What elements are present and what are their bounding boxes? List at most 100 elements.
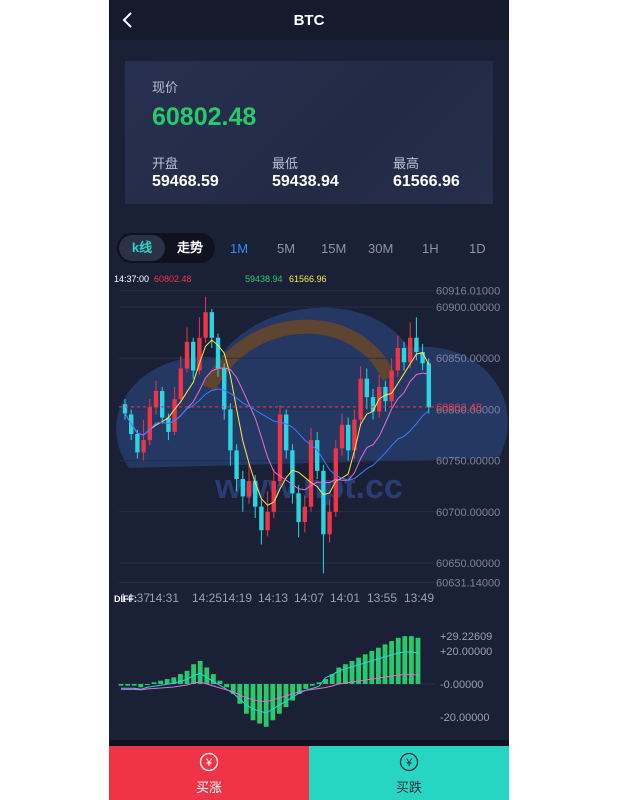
candle-body [327, 511, 332, 535]
time-axis-label: 14:19 [222, 591, 252, 605]
info-value: 61566.96 [289, 274, 327, 284]
macd-bar [224, 684, 229, 688]
svg-text:¥: ¥ [405, 757, 413, 769]
candle-body [426, 363, 431, 408]
macd-bar [303, 684, 309, 689]
macd-bar [178, 674, 183, 684]
macd-bar [191, 664, 196, 684]
time-axis-label: 13:49 [404, 591, 434, 605]
yen-circle-icon: ¥ [199, 752, 219, 772]
macd-bar [204, 667, 210, 684]
price-axis-label: 60650.00000 [436, 558, 500, 570]
macd-bar [389, 641, 394, 684]
open-value: 59468.59 [152, 173, 219, 190]
period-1m[interactable]: 1M [230, 241, 248, 256]
candle-body [271, 481, 276, 512]
price-card: 现价 60802.48 开盘 59468.59 最低 59438.94 最高 6… [125, 61, 493, 204]
candle-body [147, 407, 152, 441]
candle-body [364, 378, 369, 398]
candle-body [228, 409, 233, 451]
kline-chart-svg: www.npt.cc 14:37:00 60802.4859438.946156… [114, 274, 508, 727]
candle-body [395, 347, 400, 371]
header-bar: BTC [109, 0, 509, 40]
macd-bar [356, 657, 361, 684]
dea-line [121, 674, 419, 703]
price-axis-label: 60631.14000 [436, 577, 500, 589]
macd-bar [343, 664, 348, 684]
candle-body [383, 386, 388, 402]
open-label: 开盘 [152, 156, 179, 171]
period-5m[interactable]: 5M [277, 241, 295, 256]
macd-bar [217, 680, 223, 684]
period-1h[interactable]: 1H [422, 241, 439, 256]
low-value: 59438.94 [272, 173, 339, 190]
macd-bar [263, 684, 269, 727]
macd-bar [415, 637, 421, 684]
buy-down-label: 买跌 [395, 780, 422, 795]
buy-up-button[interactable]: ¥ 买涨 [109, 746, 309, 800]
price-axis-label: 60900.00000 [436, 302, 500, 314]
buy-down-button[interactable]: ¥ 买跌 [309, 746, 509, 800]
candle-body [166, 417, 171, 432]
period-15m[interactable]: 15M [321, 241, 346, 256]
price-axis-label: 60700.00000 [436, 507, 500, 519]
macd-bar [164, 679, 170, 684]
app-screen: BTC 现价 60802.48 开盘 59468.59 最低 59438.94 … [109, 0, 509, 800]
low-label: 最低 [272, 156, 299, 171]
tab-trend[interactable]: 走势 [167, 235, 213, 261]
candle-body [160, 390, 165, 418]
tab-kline[interactable]: k线 [119, 235, 165, 261]
page-title: BTC [293, 11, 325, 29]
time-axis-label: 14:07 [294, 591, 324, 605]
info-value: 60802.48 [154, 274, 192, 284]
price-axis-label: 60750.00000 [436, 456, 500, 468]
yen-circle-icon: ¥ [399, 752, 419, 772]
candle-body [253, 481, 258, 507]
price-axis-label: 60850.00000 [436, 353, 500, 365]
macd-bar [310, 684, 315, 686]
current-price-value: 60802.48 [152, 103, 257, 131]
macd-bar [395, 637, 401, 684]
candle-body [240, 479, 245, 497]
candle-body [135, 433, 140, 453]
macd-label: DIFF: [114, 594, 137, 604]
macd-bar [409, 636, 414, 684]
candle-body [389, 370, 394, 402]
candle-body [414, 337, 419, 353]
macd-bar [184, 670, 190, 684]
macd-axis-label: -0.00000 [440, 679, 483, 691]
candle-body [259, 506, 264, 531]
candle-body [178, 368, 183, 400]
buy-up-label: 买涨 [195, 780, 222, 795]
info-value: 59438.94 [245, 274, 283, 284]
price-axis-label: 60916.01000 [436, 286, 500, 298]
period-1d[interactable]: 1D [469, 241, 486, 256]
kline-chart[interactable]: www.npt.cc 14:37:00 60802.4859438.946156… [109, 268, 509, 740]
candle-body [321, 470, 326, 535]
candle-body [215, 337, 221, 369]
info-time: 14:37:00 [114, 274, 149, 284]
candle-body [141, 440, 146, 453]
macd-bar [145, 684, 150, 685]
period-30m[interactable]: 30M [368, 241, 393, 256]
macd-bar [250, 684, 256, 721]
macd-bar [131, 684, 137, 686]
candle-body [172, 399, 177, 432]
macd-bar [138, 684, 144, 688]
high-value: 61566.96 [393, 173, 460, 190]
candle-body [209, 312, 214, 338]
candle-body [246, 481, 252, 497]
chevron-left-icon[interactable] [119, 11, 137, 29]
time-axis-label: 13:55 [367, 591, 397, 605]
candle-body [222, 368, 227, 410]
time-axis-label: 14:25 [192, 591, 222, 605]
macd-axis-label: -20.00000 [440, 712, 490, 724]
candle-body [339, 424, 345, 449]
candle-body [308, 440, 314, 507]
macd-bar [349, 660, 355, 684]
candle-body [153, 390, 159, 408]
macd-bar [257, 684, 262, 724]
macd-bar [197, 660, 203, 684]
candle-body [277, 414, 283, 482]
macd-bar [382, 644, 388, 684]
